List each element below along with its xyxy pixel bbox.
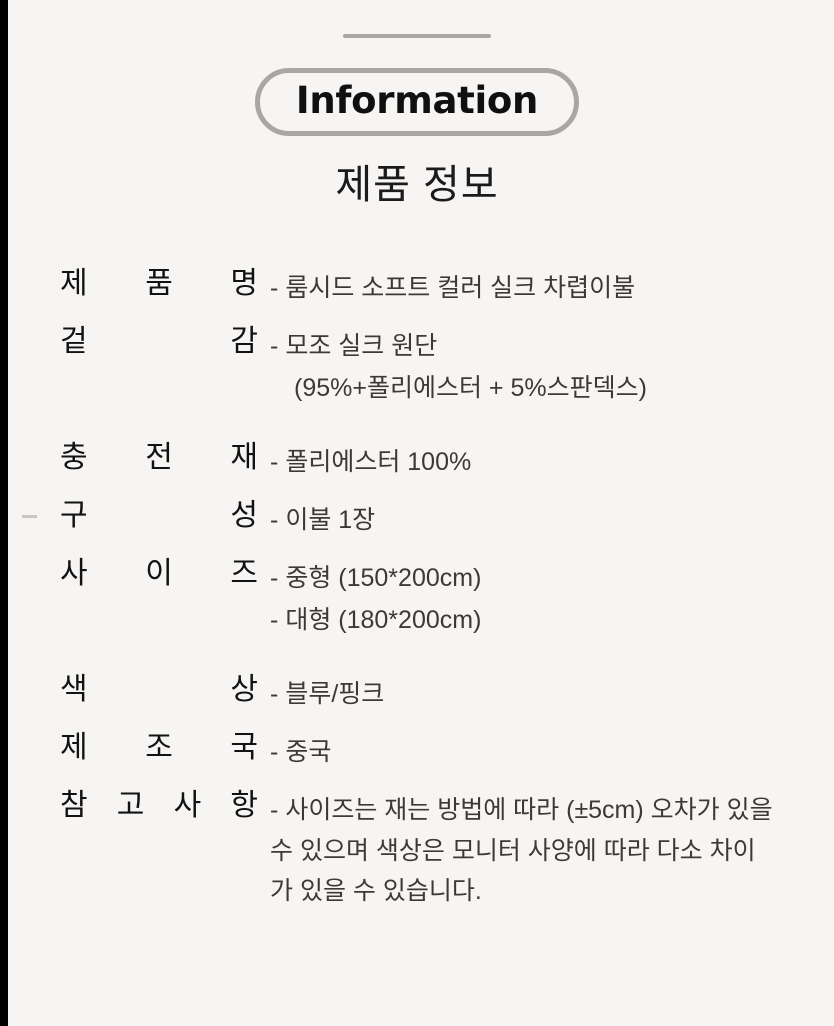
spec-group: 색 상 - 블루/핑크 제 조 국 - 중국 참 고 사 항 - 사이즈는 재는 방법에 따라 …: [60, 671, 834, 912]
spec-row-values: - 이불 1장: [258, 497, 834, 541]
spec-value-text: 폴리에스터 100%: [285, 447, 472, 476]
spec-row-label: 색 상: [60, 672, 258, 706]
spec-row: 색 상 - 블루/핑크: [60, 671, 834, 715]
value-dash-marker: -: [270, 564, 279, 593]
spec-value-text: 블루/핑크: [285, 679, 385, 708]
page-title: 제품 정보: [335, 163, 499, 207]
spec-value-text: 사이즈는 재는 방법에 따라 (±5cm) 오차가 있을 수 있으며 색상은 모…: [270, 796, 773, 906]
stray-dash-artifact: [22, 515, 37, 518]
spec-row: 사 이 즈 - 중형 (150*200cm) - 대형 (180*200cm): [60, 555, 834, 641]
spec-row-label: 겉 감: [60, 325, 258, 359]
spec-value-text: (95%+폴리에스터 + 5%스판덱스): [294, 373, 647, 402]
spec-row-values: - 사이즈는 재는 방법에 따라 (±5cm) 오차가 있을 수 있으며 색상은 …: [258, 787, 834, 912]
spec-value: - 블루/핑크: [270, 674, 834, 715]
product-information-page: Information 제품 정보 제 품 명 - 룸시드 소프트 컬러 실크 차렵…: [0, 0, 834, 1026]
spec-value-text: 룸시드 소프트 컬러 실크 차렵이불: [285, 274, 636, 302]
information-badge: Information: [254, 68, 580, 136]
value-dash-marker: -: [270, 605, 279, 634]
spec-value: - 사이즈는 재는 방법에 따라 (±5cm) 오차가 있을 수 있으며 색상은 …: [270, 790, 775, 912]
value-dash-marker: -: [270, 274, 279, 302]
spec-row-values: - 중형 (150*200cm) - 대형 (180*200cm): [258, 555, 834, 641]
left-edge-strip: [0, 0, 8, 1026]
spec-group: 제 품 명 - 룸시드 소프트 컬러 실크 차렵이불 겉 감 - 모조 실크 원단 (95%…: [60, 265, 834, 409]
value-dash-marker: -: [270, 796, 279, 825]
spec-value: - 폴리에스터 100%: [270, 442, 834, 483]
spec-value: (95%+폴리에스터 + 5%스판덱스): [270, 368, 834, 409]
spec-row: 충 전 재 - 폴리에스터 100%: [60, 439, 834, 483]
value-dash-marker: -: [270, 738, 279, 766]
value-dash-marker: -: [270, 506, 279, 534]
spec-value: - 중국: [270, 732, 834, 773]
spec-row-label: 참 고 사 항: [60, 789, 258, 823]
information-badge-label: Information: [295, 79, 539, 122]
spec-row: 제 품 명 - 룸시드 소프트 컬러 실크 차렵이불: [60, 265, 834, 309]
spec-row-values: - 룸시드 소프트 컬러 실크 차렵이불: [258, 265, 834, 309]
spec-row-label: 충 전 재: [60, 440, 258, 474]
spec-value: - 이불 1장: [270, 500, 834, 541]
spec-table: 제 품 명 - 룸시드 소프트 컬러 실크 차렵이불 겉 감 - 모조 실크 원단 (95%…: [0, 265, 834, 912]
spec-value-text: 대형 (180*200cm): [285, 605, 482, 634]
spec-row: 겉 감 - 모조 실크 원단 (95%+폴리에스터 + 5%스판덱스): [60, 323, 834, 409]
spec-row-values: - 폴리에스터 100%: [258, 439, 834, 483]
spec-value: - 룸시드 소프트 컬러 실크 차렵이불: [270, 268, 834, 309]
spec-value-text: 중형 (150*200cm): [285, 564, 482, 593]
spec-row: 참 고 사 항 - 사이즈는 재는 방법에 따라 (±5cm) 오차가 있을 수 있…: [60, 787, 834, 912]
spec-row: 제 조 국 - 중국: [60, 729, 834, 773]
spec-value-text: 중국: [285, 738, 332, 766]
spec-value-text: 모조 실크 원단: [285, 332, 438, 361]
page-header: Information 제품 정보: [0, 0, 834, 209]
spec-row-label: 제 품 명: [60, 267, 258, 300]
spec-row-label: 사 이 즈: [60, 557, 258, 591]
spec-row-label: 구 성: [60, 499, 258, 532]
spec-row-values: - 중국: [258, 729, 834, 773]
spec-group: 충 전 재 - 폴리에스터 100% 구 성 - 이불 1장 사 이 즈 - 중형 (150*2…: [60, 439, 834, 641]
spec-row-values: - 블루/핑크: [258, 671, 834, 715]
spec-value: - 모조 실크 원단: [270, 326, 834, 367]
spec-row: 구 성 - 이불 1장: [60, 497, 834, 541]
value-dash-marker: -: [270, 679, 279, 708]
spec-value-text: 이불 1장: [285, 506, 376, 534]
header-divider-rule: [343, 34, 491, 38]
value-dash-marker: -: [270, 447, 279, 476]
spec-value: - 중형 (150*200cm): [270, 558, 834, 599]
spec-row-values: - 모조 실크 원단 (95%+폴리에스터 + 5%스판덱스): [258, 323, 834, 409]
value-dash-marker: -: [270, 332, 279, 361]
spec-value: - 대형 (180*200cm): [270, 600, 834, 641]
spec-row-label: 제 조 국: [60, 731, 258, 764]
